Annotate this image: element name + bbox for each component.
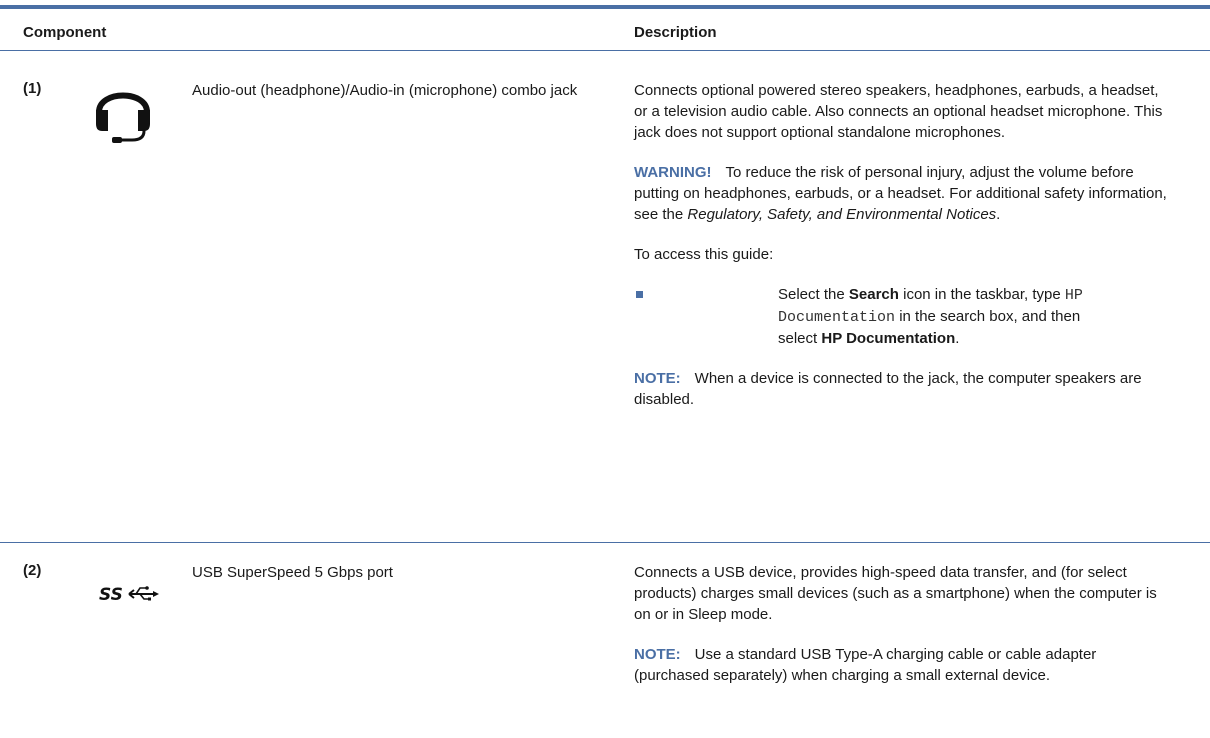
usb-superspeed-icon: SS <box>99 582 165 606</box>
description-intro: Connects optional powered stereo speaker… <box>634 82 1163 141</box>
description: Connects optional powered stereo speaker… <box>634 80 1174 410</box>
search-term: Search <box>848 286 899 303</box>
description: Connects a USB device, provides high-spe… <box>634 562 1174 686</box>
list-item: Select the Search icon in the taskbar, t… <box>634 284 1174 349</box>
component-name: Audio-out (headphone)/Audio-in (micropho… <box>192 82 578 99</box>
component-name: USB SuperSpeed 5 Gbps port <box>192 564 393 581</box>
note-text: When a device is connected to the jack, … <box>634 370 1142 408</box>
bullet-text: Select the Search icon in the taskbar, t… <box>778 286 1083 347</box>
table-row: (1) Audio-out (headphone)/Audio-in (micr… <box>0 50 1210 543</box>
note-label: NOTE: <box>634 646 681 663</box>
bullet-square-icon <box>636 291 643 298</box>
table-header: Component Description <box>0 14 1210 51</box>
description-intro: Connects a USB device, provides high-spe… <box>634 564 1157 623</box>
warning-label: WARNING! <box>634 164 712 181</box>
top-rule <box>0 5 1210 9</box>
target-app: HP Documentation <box>821 330 956 347</box>
headset-icon <box>92 76 154 144</box>
warning-block: WARNING! To reduce the risk of personal i… <box>634 164 1167 223</box>
table-row: (2) SS USB SuperSpeed 5 Gbps port Connec… <box>0 543 1210 738</box>
header-component: Component <box>23 24 107 41</box>
usb-ss-text: SS <box>99 585 123 605</box>
header-description: Description <box>634 24 717 41</box>
note-block: NOTE: Use a standard USB Type-A charging … <box>634 644 1174 686</box>
row-number: (1) <box>23 80 42 97</box>
note-text: Use a standard USB Type-A charging cable… <box>634 646 1097 684</box>
note-label: NOTE: <box>634 370 681 387</box>
row-number: (2) <box>23 562 42 579</box>
warning-doc-title: Regulatory, Safety, and Environmental No… <box>687 206 997 223</box>
access-intro: To access this guide: <box>634 246 774 263</box>
note-block: NOTE: When a device is connected to the j… <box>634 368 1174 410</box>
